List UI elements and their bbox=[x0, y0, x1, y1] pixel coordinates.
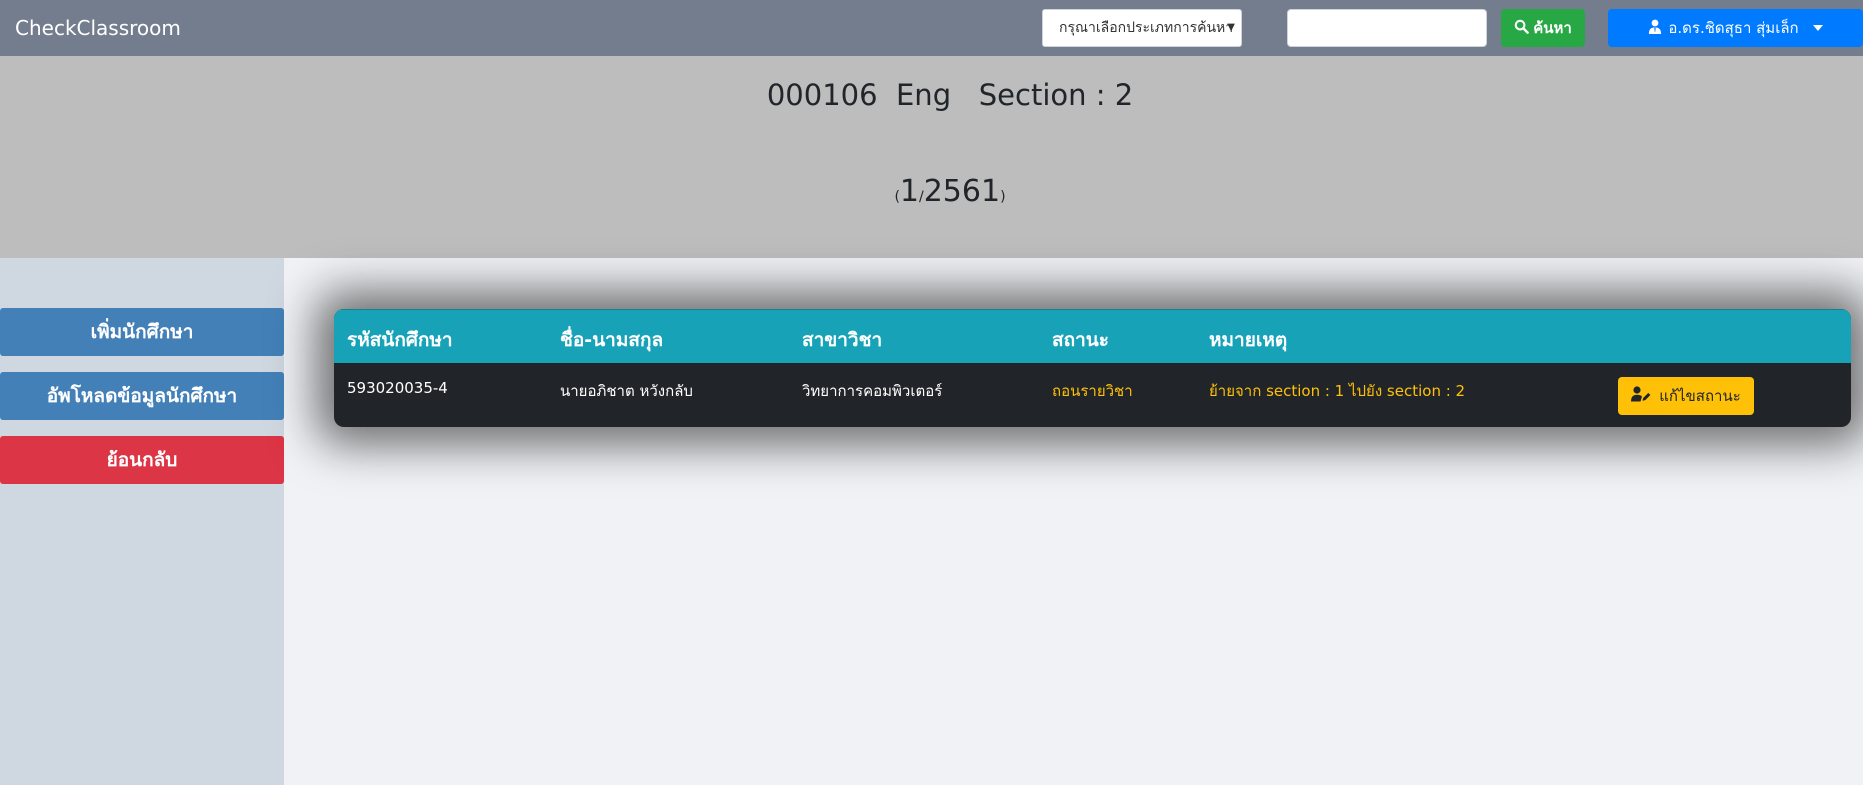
search-button[interactable]: ค้นหา bbox=[1501, 9, 1585, 47]
user-menu-label: อ.ดร.ชิดสุธา สุ่มเล็ก bbox=[1668, 19, 1799, 37]
upload-students-button[interactable]: อัพโหลดข้อมูลนักศึกษา bbox=[0, 372, 284, 420]
course-title: 000106 Eng Section : 2 bbox=[766, 78, 1134, 112]
cell-status: ถอนรายวิชา bbox=[1052, 382, 1133, 400]
search-type-select[interactable]: กรุณาเลือกประเภทการค้นหา ▼ bbox=[1042, 9, 1242, 47]
cell-student-id: 593020035-4 bbox=[347, 379, 448, 397]
search-type-selected: กรุณาเลือกประเภทการค้นหา bbox=[1059, 20, 1234, 36]
user-menu-button[interactable]: อ.ดร.ชิดสุธา สุ่มเล็ก bbox=[1608, 9, 1863, 47]
students-table: รหัสนักศึกษา ชื่อ-นามสกุล สาขาวิชา สถานะ… bbox=[334, 309, 1851, 427]
column-header-note: หมายเหตุ bbox=[1209, 329, 1288, 351]
search-icon bbox=[1514, 19, 1529, 38]
column-header-major: สาขาวิชา bbox=[802, 329, 883, 351]
search-input[interactable] bbox=[1287, 9, 1487, 47]
edit-status-button[interactable]: แก้ไขสถานะ bbox=[1618, 377, 1754, 415]
column-header-name: ชื่อ-นามสกุล bbox=[560, 329, 664, 351]
column-header-student-id: รหัสนักศึกษา bbox=[347, 329, 453, 351]
column-header-status: สถานะ bbox=[1052, 329, 1109, 351]
user-edit-icon bbox=[1631, 386, 1651, 406]
edit-status-label: แก้ไขสถานะ bbox=[1659, 387, 1741, 405]
cell-note: ย้ายจาก section : 1 ไปยัง section : 2 bbox=[1209, 382, 1466, 400]
term-number: 1 bbox=[899, 174, 919, 209]
caret-down-icon bbox=[1812, 25, 1823, 31]
add-student-button[interactable]: เพิ่มนักศึกษา bbox=[0, 308, 284, 356]
table-header: รหัสนักศึกษา ชื่อ-นามสกุล สาขาวิชา สถานะ… bbox=[334, 309, 1851, 363]
brand-logo[interactable]: CheckClassroom bbox=[15, 14, 181, 42]
top-navbar: CheckClassroom กรุณาเลือกประเภทการค้นหา … bbox=[0, 0, 1863, 56]
term-year: (1/2561) bbox=[0, 174, 1863, 209]
cell-major: วิทยาการคอมพิวเตอร์ bbox=[802, 382, 943, 400]
user-tie-icon bbox=[1648, 19, 1662, 38]
term-close-paren: ) bbox=[1000, 189, 1006, 205]
sidebar: เพิ่มนักศึกษา อัพโหลดข้อมูลนักศึกษา ย้อน… bbox=[0, 258, 284, 785]
back-button[interactable]: ย้อนกลับ bbox=[0, 436, 284, 484]
chevron-down-icon: ▼ bbox=[1227, 22, 1235, 33]
academic-year: 2561 bbox=[923, 174, 1001, 209]
search-button-label: ค้นหา bbox=[1533, 19, 1572, 37]
cell-name: นายอภิชาต หวังกลับ bbox=[560, 382, 693, 400]
